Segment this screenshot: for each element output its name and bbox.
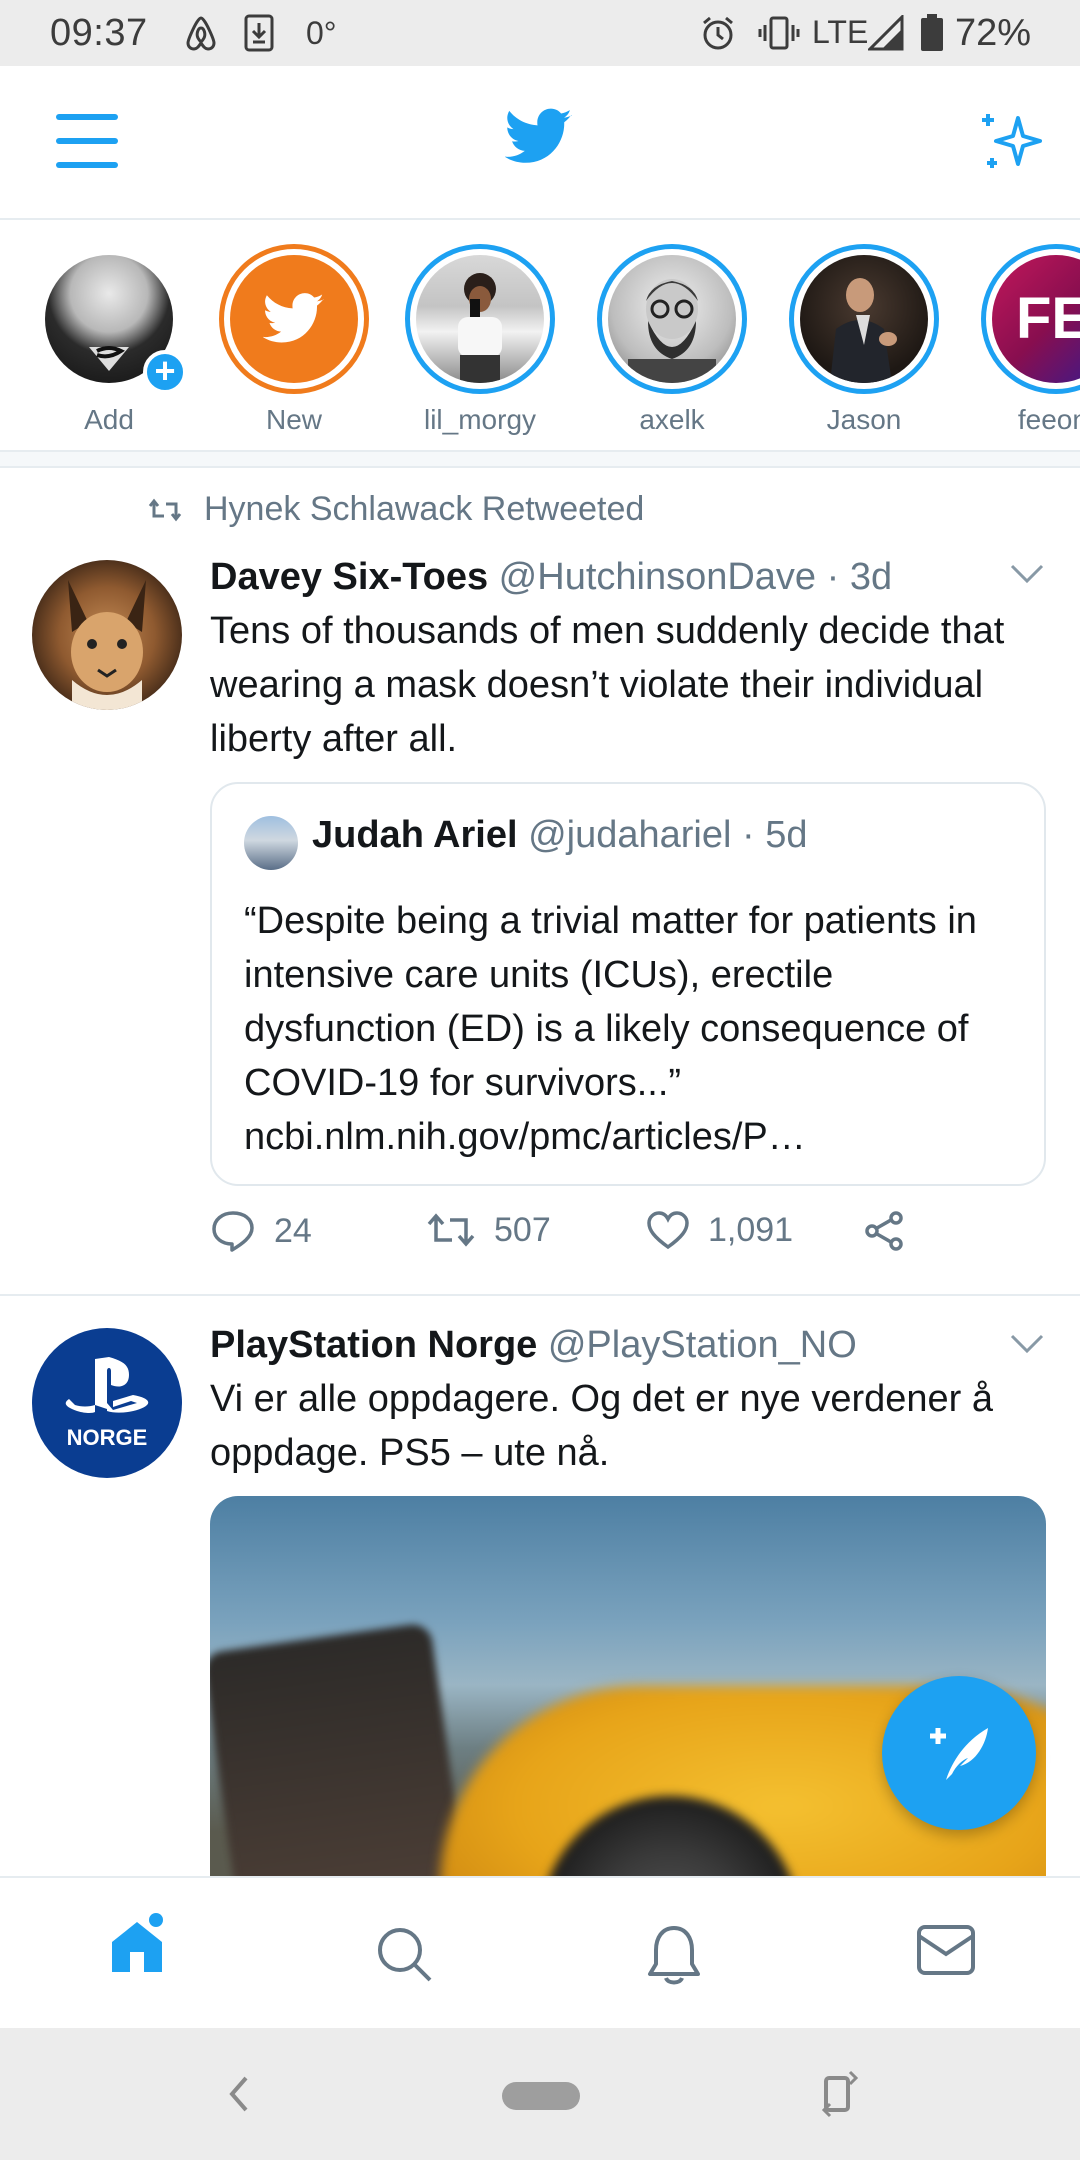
home-icon[interactable] — [104, 1912, 170, 1983]
rotate-icon[interactable] — [820, 2068, 860, 2125]
avatar — [800, 255, 928, 383]
avatar — [416, 255, 544, 383]
retweet-count: 507 — [494, 1210, 551, 1249]
reply-icon — [212, 1211, 254, 1252]
avatar — [244, 816, 298, 870]
fleet-label: Add — [84, 404, 134, 435]
reply-count: 24 — [274, 1211, 312, 1250]
heart-icon — [647, 1211, 689, 1250]
like-count: 1,091 — [708, 1210, 794, 1249]
author-handle: @PlayStation_NO — [547, 1324, 857, 1366]
quoted-author-name: Judah Ariel — [312, 814, 518, 856]
chevron-down-icon[interactable] — [1010, 564, 1044, 589]
compose-feather-icon — [930, 1728, 988, 1780]
airbnb-icon — [182, 14, 220, 52]
avatar: FE — [992, 255, 1080, 383]
fleet-ring — [789, 244, 939, 394]
battery-icon — [920, 14, 944, 52]
tweet-header: PlayStation Norge @PlayStation_NO — [210, 1324, 857, 1367]
fleet-ring — [597, 244, 747, 394]
status-time: 09:37 — [50, 12, 148, 54]
fleet-lil-morgy[interactable]: lil_morgy — [400, 244, 560, 436]
retweet-context: Hynek Schlawack Retweeted — [148, 490, 644, 529]
back-icon[interactable] — [228, 2074, 250, 2119]
fleet-add[interactable]: + Add — [29, 244, 189, 436]
tweet-header: Davey Six-Toes @HutchinsonDave · 3d — [210, 556, 892, 599]
compose-tweet-button[interactable] — [882, 1676, 1036, 1830]
network-type: LTE — [812, 14, 869, 50]
retweet-icon — [427, 1213, 475, 1247]
avatar[interactable] — [32, 560, 182, 710]
twitter-bird-icon — [230, 255, 358, 383]
vibrate-icon — [758, 14, 800, 52]
notifications-bell-icon[interactable] — [646, 1924, 702, 1991]
add-fleet-plus-icon: + — [143, 350, 187, 394]
fleet-ring: FE — [981, 244, 1080, 394]
avatar-label: NORGE — [66, 1425, 148, 1450]
retweet-context-text: Hynek Schlawack Retweeted — [204, 490, 645, 528]
fleet-ring — [405, 244, 555, 394]
fleet-logo-text: FE — [1016, 286, 1080, 351]
share-icon — [865, 1211, 903, 1251]
fleet-label: feeonl — [1017, 404, 1080, 435]
tweet-actions: 24 507 1,091 — [210, 1210, 970, 1270]
fleet-label: lil_morgy — [423, 404, 537, 435]
retweet-button[interactable]: 507 — [426, 1210, 551, 1250]
status-bar: 09:37 0° LTE 72% — [0, 0, 1080, 66]
author-name[interactable]: PlayStation Norge — [210, 1324, 537, 1366]
sparkle-icon[interactable] — [978, 108, 1048, 179]
like-button[interactable]: 1,091 — [646, 1210, 793, 1250]
quoted-author-handle: @judahariel · 5d — [528, 814, 808, 856]
alarm-icon — [700, 14, 736, 52]
top-app-bar — [0, 66, 1080, 220]
twitter-bird-icon[interactable] — [504, 108, 573, 171]
messages-mail-icon[interactable] — [916, 1924, 976, 1981]
author-name[interactable]: Davey Six-Toes — [210, 556, 488, 598]
feed-divider — [0, 452, 1080, 468]
fleet-ring — [219, 244, 369, 394]
temperature-text: 0° — [306, 14, 337, 51]
download-icon — [244, 14, 274, 52]
tweet[interactable]: Hynek Schlawack Retweeted Davey Six-Toes… — [0, 470, 1080, 1296]
fleet-label: New — [265, 404, 322, 435]
fleet-label: Jason — [826, 404, 902, 435]
bottom-navigation — [0, 1876, 1080, 2028]
quoted-tweet-text: “Despite being a trivial matter for pati… — [244, 894, 1034, 1164]
retweet-icon — [148, 498, 182, 521]
quoted-tweet[interactable]: Judah Ariel @judahariel · 5d “Despite be… — [210, 782, 1046, 1186]
fleet-axelk[interactable]: axelk — [592, 244, 752, 436]
tweet-text: Tens of thousands of men suddenly decide… — [210, 610, 1005, 760]
fleet-jason[interactable]: Jason — [784, 244, 944, 436]
quoted-tweet-header: Judah Ariel @judahariel · 5d — [312, 814, 808, 857]
system-navigation-bar — [0, 2028, 1080, 2160]
avatar — [608, 255, 736, 383]
battery-percent: 72% — [955, 12, 1032, 54]
hamburger-menu-icon[interactable] — [56, 114, 118, 170]
tweet-text: Vi er alle oppdagere. Og det er nye verd… — [210, 1378, 994, 1474]
fleets-row: + Add New lil_morgy axelk Jason F feeo — [0, 222, 1080, 452]
quoted-text-body: “Despite being a trivial matter for pati… — [244, 900, 977, 1104]
fleet-new[interactable]: New — [214, 244, 374, 436]
chevron-down-icon[interactable] — [1010, 1334, 1044, 1359]
avatar[interactable]: NORGE — [32, 1328, 182, 1478]
signal-icon — [868, 14, 904, 52]
author-handle: @HutchinsonDave · 3d — [498, 556, 893, 598]
fleet-label: axelk — [639, 404, 705, 435]
fleet-feeonl[interactable]: FE feeonl — [976, 244, 1080, 436]
search-icon[interactable] — [374, 1924, 434, 1989]
quoted-link[interactable]: ncbi.nlm.nih.gov/pmc/articles/P… — [244, 1110, 1034, 1164]
share-button[interactable] — [862, 1210, 906, 1252]
home-pill-button[interactable] — [502, 2082, 580, 2110]
reply-button[interactable]: 24 — [210, 1210, 312, 1252]
playstation-logo-icon — [65, 1357, 149, 1413]
